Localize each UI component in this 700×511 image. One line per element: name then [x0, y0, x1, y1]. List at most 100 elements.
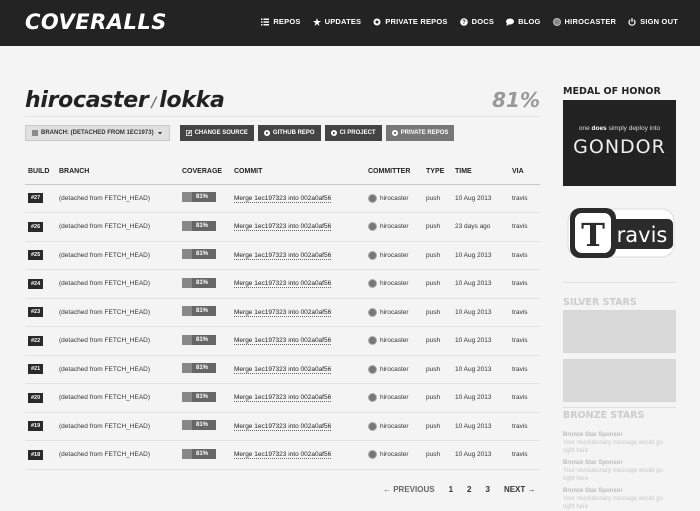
- commit-link[interactable]: Merge 1ec197323 into 002a0af56: [234, 394, 332, 403]
- list-icon: [32, 130, 38, 136]
- build-number-link[interactable]: #24: [28, 278, 44, 289]
- commit-link[interactable]: Merge 1ec197323 into 002a0af56: [234, 280, 332, 289]
- via-cell: travis: [509, 355, 540, 384]
- page-link-2[interactable]: 2: [467, 485, 471, 494]
- circle-icon: [373, 18, 381, 25]
- branch-select-label: BRANCH: (DETACHED FROM 1EC1973): [41, 130, 154, 136]
- travis-logo[interactable]: T ravis: [567, 206, 675, 260]
- commit-link[interactable]: Merge 1ec197323 into 002a0af56: [234, 422, 332, 431]
- table-row[interactable]: #27 (detached from FETCH_HEAD) 81% Merge 1e…: [25, 184, 540, 213]
- build-number-link[interactable]: #20: [28, 392, 44, 403]
- private-repos-button[interactable]: PRIVATE REPOS: [385, 125, 455, 141]
- repo-name[interactable]: lokka: [159, 88, 225, 113]
- main-content: hirocaster / lokka 81% BRANCH: (DETACHED F…: [25, 46, 540, 508]
- repo-toolbar: BRANCH: (DETACHED FROM 1EC1973) CHANGE S…: [25, 125, 455, 141]
- table-row[interactable]: #19 (detached from FETCH_HEAD) 81% Merge 1e…: [25, 412, 540, 441]
- build-number-link[interactable]: #18: [28, 449, 44, 460]
- build-number-link[interactable]: #21: [28, 364, 44, 375]
- pagination: ← PREVIOUS 1 2 3 NEXT →: [383, 485, 536, 494]
- page-link-3[interactable]: 3: [485, 485, 489, 494]
- branch-select[interactable]: BRANCH: (DETACHED FROM 1EC1973): [25, 125, 170, 141]
- committer-name: hirocaster: [380, 422, 409, 430]
- github-repo-label: GITHUB REPO: [272, 130, 315, 136]
- nav-sign-out[interactable]: SIGN OUT: [628, 17, 678, 26]
- silver-sponsor-slot[interactable]: [563, 310, 676, 353]
- build-number-link[interactable]: #22: [28, 335, 44, 346]
- nav-updates[interactable]: UPDATES: [312, 17, 362, 26]
- nav-docs[interactable]: ? DOCS: [459, 17, 495, 26]
- medal-of-honor-heading: MEDAL OF HONOR: [563, 86, 661, 97]
- build-number-link[interactable]: #23: [28, 307, 44, 318]
- gondor-logo-text: GONDOR: [573, 136, 666, 158]
- table-row[interactable]: #20 (detached from FETCH_HEAD) 81% Merge 1e…: [25, 383, 540, 413]
- time-cell: 10 Aug 2013: [452, 440, 509, 470]
- edit-icon: [185, 130, 192, 136]
- nav-docs-label: DOCS: [471, 17, 495, 26]
- nav-repos[interactable]: REPOS: [261, 17, 300, 26]
- col-coverage: COVERAGE: [179, 160, 231, 185]
- branch-cell: (detached from FETCH_HEAD): [56, 298, 179, 327]
- coverage-badge: 81%: [182, 249, 216, 260]
- branch-cell: (detached from FETCH_HEAD): [56, 355, 179, 384]
- build-number-link[interactable]: #27: [28, 193, 44, 204]
- commit-link[interactable]: Merge 1ec197323 into 002a0af56: [234, 194, 332, 203]
- col-branch: BRANCH: [56, 160, 179, 185]
- page-link-1[interactable]: 1: [449, 485, 453, 494]
- table-row[interactable]: #22 (detached from FETCH_HEAD) 81% Merge 1e…: [25, 326, 540, 356]
- repo-owner[interactable]: hirocaster: [25, 88, 149, 113]
- silver-sponsor-slot[interactable]: [563, 359, 676, 402]
- committer-name: hirocaster: [380, 337, 409, 345]
- coverage-change-marker: [182, 420, 192, 431]
- table-row[interactable]: #23 (detached from FETCH_HEAD) 81% Merge 1e…: [25, 298, 540, 327]
- commit-link[interactable]: Merge 1ec197323 into 002a0af56: [234, 308, 332, 317]
- branch-cell: (detached from FETCH_HEAD): [56, 412, 179, 441]
- logo[interactable]: COVERALLS: [25, 10, 167, 34]
- ci-project-button[interactable]: CI PROJECT: [324, 125, 382, 141]
- table-row[interactable]: #26 (detached from FETCH_HEAD) 81% Merge 1e…: [25, 212, 540, 242]
- avatar: [368, 279, 377, 289]
- coverage-change-marker: [182, 391, 192, 402]
- commit-link[interactable]: Merge 1ec197323 into 002a0af56: [234, 365, 332, 374]
- commit-link[interactable]: Merge 1ec197323 into 002a0af56: [234, 337, 332, 346]
- commit-cell: Merge 1ec197323 into 002a0af56: [231, 298, 365, 327]
- type-cell: push: [423, 326, 452, 356]
- nav-private-repos[interactable]: PRIVATE REPOS: [373, 17, 447, 26]
- chat-icon: [506, 18, 515, 26]
- committer-name: hirocaster: [380, 251, 409, 259]
- github-repo-button[interactable]: GITHUB REPO: [257, 125, 321, 141]
- prev-page-link[interactable]: ← PREVIOUS: [383, 485, 435, 494]
- nav-user[interactable]: HIROCASTER: [552, 17, 617, 26]
- committer-cell: hirocaster: [365, 184, 423, 213]
- table-row[interactable]: #25 (detached from FETCH_HEAD) 81% Merge 1e…: [25, 241, 540, 270]
- build-number-link[interactable]: #25: [28, 250, 44, 261]
- change-source-button[interactable]: CHANGE SOURCE: [179, 125, 254, 141]
- coverage-badge: 81%: [182, 334, 216, 345]
- commit-link[interactable]: Merge 1ec197323 into 002a0af56: [234, 451, 332, 460]
- commit-cell: Merge 1ec197323 into 002a0af56: [231, 440, 365, 470]
- bronze-sponsor-item[interactable]: Bronze Star Sponsor Your revolutionary me…: [563, 459, 676, 483]
- nav-repos-label: REPOS: [273, 17, 301, 26]
- table-row[interactable]: #21 (detached from FETCH_HEAD) 81% Merge 1e…: [25, 355, 540, 384]
- build-cell: #22: [25, 326, 56, 356]
- bronze-sponsor-item[interactable]: Bronze Star Sponsor Your revolutionary me…: [563, 487, 676, 511]
- committer-cell: hirocaster: [365, 298, 423, 327]
- committer-cell: hirocaster: [365, 269, 423, 299]
- page-title: hirocaster / lokka: [25, 88, 225, 113]
- table-row[interactable]: #24 (detached from FETCH_HEAD) 81% Merge 1e…: [25, 269, 540, 299]
- change-source-label: CHANGE SOURCE: [194, 130, 248, 136]
- coverage-change-marker: [182, 220, 192, 231]
- commit-link[interactable]: Merge 1ec197323 into 002a0af56: [234, 223, 332, 232]
- nav-blog[interactable]: BLOG: [506, 17, 540, 26]
- commit-link[interactable]: Merge 1ec197323 into 002a0af56: [234, 251, 332, 260]
- build-number-link[interactable]: #26: [28, 221, 44, 232]
- build-number-link[interactable]: #19: [28, 421, 44, 432]
- gondor-sponsor-ad[interactable]: one does simply deploy into GONDOR: [563, 100, 676, 186]
- next-page-link[interactable]: NEXT →: [504, 485, 536, 494]
- coverage-change-marker: [182, 192, 192, 203]
- coverage-badge: 81%: [182, 420, 216, 431]
- table-row[interactable]: #18 (detached from FETCH_HEAD) 81% Merge 1e…: [25, 440, 540, 470]
- avatar: [368, 336, 377, 346]
- bronze-sponsor-item[interactable]: Bronze Star Sponsor Your revolutionary me…: [563, 431, 676, 455]
- coverage-cell: 81%: [179, 383, 231, 413]
- commit-cell: Merge 1ec197323 into 002a0af56: [231, 269, 365, 299]
